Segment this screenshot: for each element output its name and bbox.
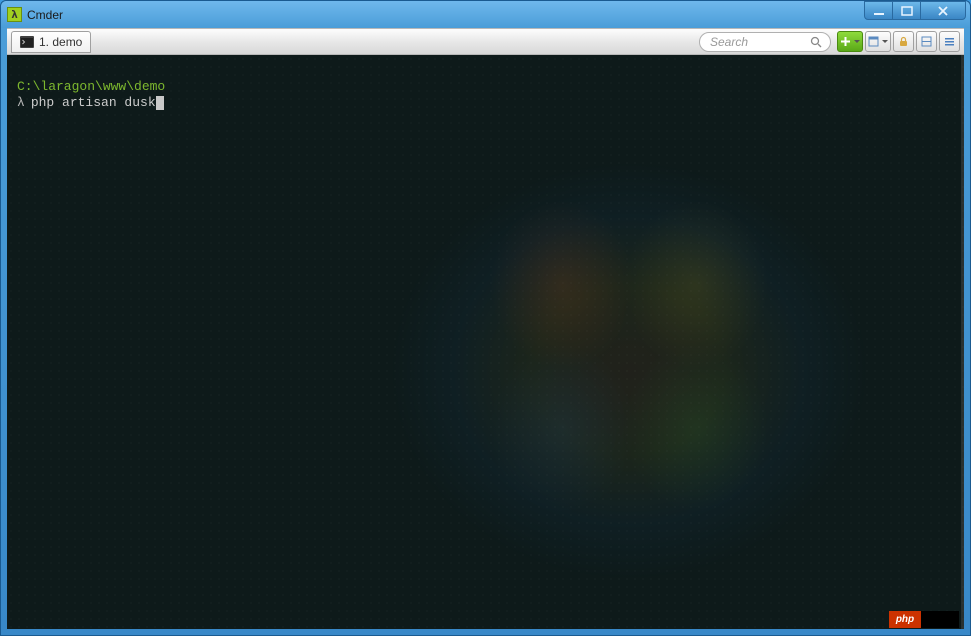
layout-button[interactable] xyxy=(916,31,937,52)
window-controls xyxy=(865,1,966,20)
minimize-button[interactable] xyxy=(864,1,893,20)
console-tab-icon xyxy=(20,36,34,48)
cmder-window: λ Cmder 1. demo Search xyxy=(0,0,971,636)
lock-icon xyxy=(898,36,909,47)
prompt-symbol: λ xyxy=(17,95,25,111)
toolbar: 1. demo Search xyxy=(7,28,964,55)
tab-label: 1. demo xyxy=(39,35,82,49)
close-icon xyxy=(937,6,949,16)
terminal[interactable]: C:\laragon\www\demo λ php artisan dusk xyxy=(7,55,964,629)
window-title: Cmder xyxy=(27,8,964,22)
terminal-cursor xyxy=(156,96,164,110)
window-options-button[interactable] xyxy=(865,31,891,52)
terminal-cwd: C:\laragon\www\demo xyxy=(17,79,954,95)
terminal-scrollbar[interactable] xyxy=(961,55,964,629)
search-input[interactable]: Search xyxy=(699,32,831,52)
menu-icon xyxy=(944,36,955,47)
close-button[interactable] xyxy=(920,1,966,20)
search-icon xyxy=(810,36,822,48)
terminal-content: C:\laragon\www\demo λ php artisan dusk xyxy=(7,55,964,629)
app-icon: λ xyxy=(7,7,22,22)
titlebar[interactable]: λ Cmder xyxy=(1,1,970,28)
php-badge: php xyxy=(889,611,959,628)
plus-icon xyxy=(840,36,851,47)
maximize-icon xyxy=(901,6,913,16)
window-icon xyxy=(868,36,879,47)
lock-button[interactable] xyxy=(893,31,914,52)
new-tab-button[interactable] xyxy=(837,31,863,52)
terminal-command: php artisan dusk xyxy=(31,95,156,111)
layout-icon xyxy=(921,36,932,47)
tab-demo[interactable]: 1. demo xyxy=(11,31,91,53)
menu-button[interactable] xyxy=(939,31,960,52)
php-badge-label: php xyxy=(889,611,921,628)
maximize-button[interactable] xyxy=(892,1,921,20)
search-placeholder: Search xyxy=(710,35,748,49)
minimize-icon xyxy=(873,6,885,16)
terminal-prompt-line: λ php artisan dusk xyxy=(17,95,954,111)
